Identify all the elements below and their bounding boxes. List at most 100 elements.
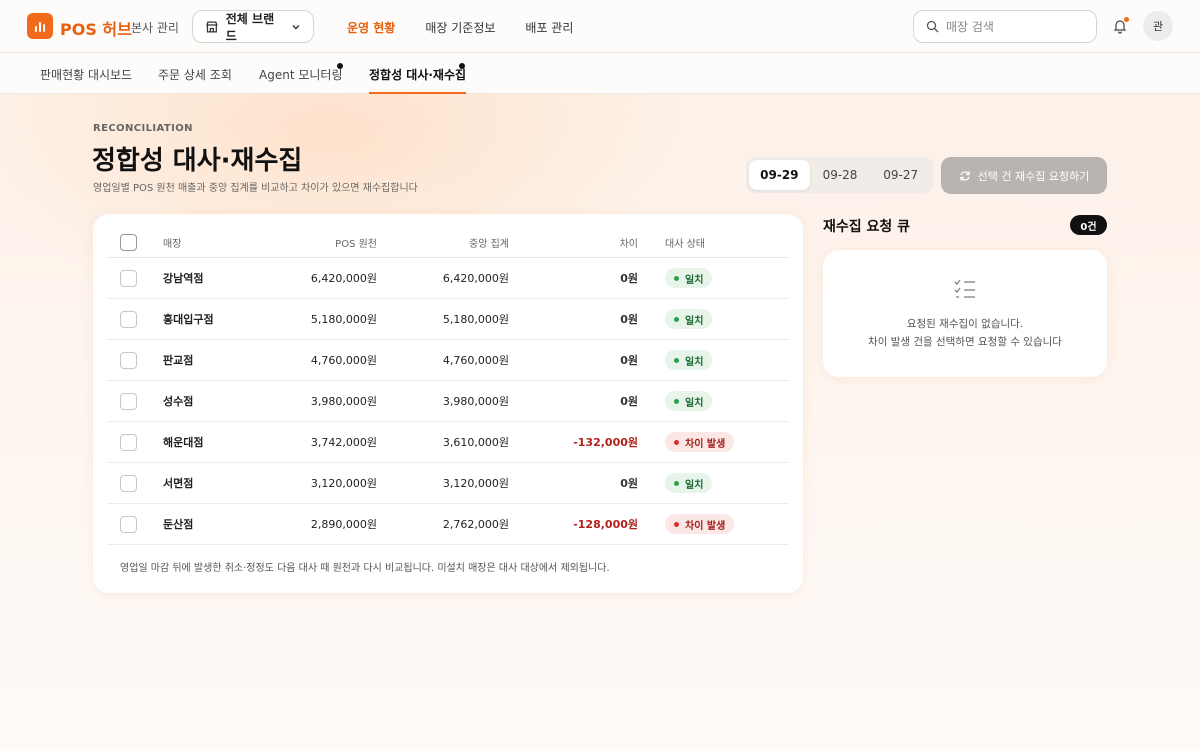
hq-label: 본사 관리: [131, 21, 179, 35]
date-option[interactable]: 09-28: [810, 160, 871, 190]
chevron-down-icon: [292, 24, 300, 29]
status-label: 일치: [685, 315, 704, 327]
table-row[interactable]: 홍대입구점 5,180,000원 5,180,000원 0원 일치: [107, 299, 789, 340]
col-pos: POS 원천: [335, 239, 377, 250]
queue-count-badge: 0건: [1070, 215, 1107, 235]
cell-pos: 3,120,000원: [310, 477, 377, 490]
col-central: 중앙 집계: [469, 239, 509, 250]
search-box: [913, 10, 1097, 43]
table-header: 매장 POS 원천 중앙 집계 차이 대사 상태: [107, 228, 789, 258]
cell-store: 둔산점: [163, 518, 194, 531]
tab-label: Agent 모니터링: [259, 68, 343, 82]
status-label: 일치: [685, 397, 704, 409]
table-row[interactable]: 강남역점 6,420,000원 6,420,000원 0원 일치: [107, 258, 789, 299]
tab-label: 주문 상세 조회: [158, 68, 232, 82]
nav-operations[interactable]: 운영 현황: [347, 19, 395, 36]
tab-label: 정합성 대사·재수집: [369, 68, 467, 82]
sub-nav: 판매현황 대시보드 주문 상세 조회 Agent 모니터링 정합성 대사·재수집: [0, 53, 1200, 94]
date-option[interactable]: 09-27: [870, 160, 931, 190]
status-label: 차이 발생: [685, 438, 726, 450]
main-nav: 운영 현황 매장 기준정보 배포 관리: [347, 19, 573, 36]
top-bar: POS 허브 본사 관리 전체 브랜드 운영 현황 매장 기준정보 배포 관리 …: [0, 0, 1200, 53]
cell-central: 2,762,000원: [442, 518, 509, 531]
cell-diff: 0원: [620, 395, 638, 408]
status-label: 일치: [685, 274, 704, 286]
cell-pos: 6,420,000원: [310, 272, 377, 285]
cell-pos: 5,180,000원: [310, 313, 377, 326]
queue-card: 요청된 재수집이 없습니다. 차이 발생 건을 선택하면 요청할 수 있습니다: [823, 250, 1107, 377]
avatar[interactable]: 관: [1143, 11, 1173, 41]
tab-indicator-dot: [459, 63, 465, 69]
reconciliation-table-card: 매장 POS 원천 중앙 집계 차이 대사 상태 강남역점 6,420,000원 6…: [93, 214, 803, 593]
cell-diff: 0원: [620, 354, 638, 367]
tab-order-detail[interactable]: 주문 상세 조회: [158, 66, 232, 94]
cell-pos: 2,890,000원: [310, 518, 377, 531]
recollect-request-button[interactable]: 선택 건 재수집 요청하기: [941, 157, 1107, 194]
tab-reconciliation[interactable]: 정합성 대사·재수집: [369, 63, 467, 94]
status-badge: 차이 발생: [665, 432, 735, 452]
tab-label: 판매현황 대시보드: [40, 68, 133, 82]
recollect-button-label: 선택 건 재수집 요청하기: [977, 169, 1090, 183]
queue-empty-hint: 차이 발생 건을 선택하면 요청할 수 있습니다: [868, 336, 1062, 348]
col-store: 매장: [163, 239, 182, 250]
cell-store: 서면점: [163, 477, 194, 490]
tab-indicator-dot: [337, 63, 343, 69]
status-badge: 일치: [665, 309, 713, 329]
row-checkbox[interactable]: [120, 310, 137, 328]
cell-diff: 0원: [620, 313, 638, 326]
cell-store: 판교점: [163, 354, 194, 367]
status-badge: 차이 발생: [665, 514, 735, 534]
table-footnote: 영업일 마감 뒤에 발생한 취소·정정도 다음 대사 때 원천과 다시 비교됩니…: [120, 563, 610, 574]
table-row[interactable]: 둔산점 2,890,000원 2,762,000원 -128,000원 차이 발생: [107, 504, 789, 545]
status-badge: 일치: [665, 473, 713, 493]
table-row[interactable]: 해운대점 3,742,000원 3,610,000원 -132,000원 차이 발생: [107, 422, 789, 463]
nav-deploy[interactable]: 배포 관리: [525, 19, 573, 36]
queue-empty-message: 요청된 재수집이 없습니다.: [906, 318, 1024, 330]
search-input[interactable]: [946, 19, 1076, 34]
cell-pos: 4,760,000원: [310, 354, 377, 367]
cell-central: 4,760,000원: [442, 354, 509, 367]
brand-select[interactable]: 전체 브랜드: [192, 10, 314, 43]
table-row[interactable]: 서면점 3,120,000원 3,120,000원 0원 일치: [107, 463, 789, 504]
cell-central: 3,980,000원: [442, 395, 509, 408]
status-dot: [674, 439, 679, 445]
refresh-icon: [959, 170, 970, 181]
row-checkbox[interactable]: [120, 392, 137, 410]
status-label: 일치: [685, 356, 704, 368]
status-badge: 일치: [665, 350, 713, 370]
date-segmented-control: 09-29 09-28 09-27: [746, 157, 934, 193]
cell-store: 홍대입구점: [163, 313, 214, 326]
status-label: 일치: [685, 479, 704, 491]
cell-pos: 3,742,000원: [310, 436, 377, 449]
tab-agent-monitoring[interactable]: Agent 모니터링: [259, 63, 343, 94]
table-row[interactable]: 성수점 3,980,000원 3,980,000원 0원 일치: [107, 381, 789, 422]
cell-central: 3,120,000원: [442, 477, 509, 490]
status-label: 차이 발생: [685, 520, 726, 532]
app-logo-text: POS 허브: [60, 20, 132, 39]
date-option[interactable]: 09-29: [749, 160, 810, 190]
select-all-checkbox[interactable]: [120, 234, 137, 251]
checklist-icon: [954, 279, 975, 298]
page-subtitle: 영업일별 POS 원천 매출과 중앙 집계를 비교하고 차이가 있으면 재수집합…: [93, 183, 418, 194]
row-checkbox[interactable]: [120, 515, 137, 533]
table-row[interactable]: 판교점 4,760,000원 4,760,000원 0원 일치: [107, 340, 789, 381]
cell-store: 해운대점: [163, 436, 204, 449]
cell-central: 3,610,000원: [442, 436, 509, 449]
status-dot: [674, 480, 679, 486]
status-badge: 일치: [665, 268, 713, 288]
status-dot: [674, 316, 679, 322]
row-checkbox[interactable]: [120, 269, 137, 287]
cell-store: 강남역점: [163, 272, 204, 285]
status-badge: 일치: [665, 391, 713, 411]
col-diff: 차이: [619, 239, 638, 250]
cell-diff: 0원: [620, 272, 638, 285]
row-checkbox[interactable]: [120, 474, 137, 492]
page-title: 정합성 대사·재수집: [92, 146, 303, 176]
store-icon: [206, 20, 218, 33]
tab-sales-dashboard[interactable]: 판매현황 대시보드: [40, 66, 132, 94]
row-checkbox[interactable]: [120, 433, 137, 451]
nav-store-master[interactable]: 매장 기준정보: [425, 19, 495, 36]
row-checkbox[interactable]: [120, 351, 137, 369]
search-icon: [926, 20, 939, 33]
queue-title: 재수집 요청 큐: [823, 219, 911, 235]
